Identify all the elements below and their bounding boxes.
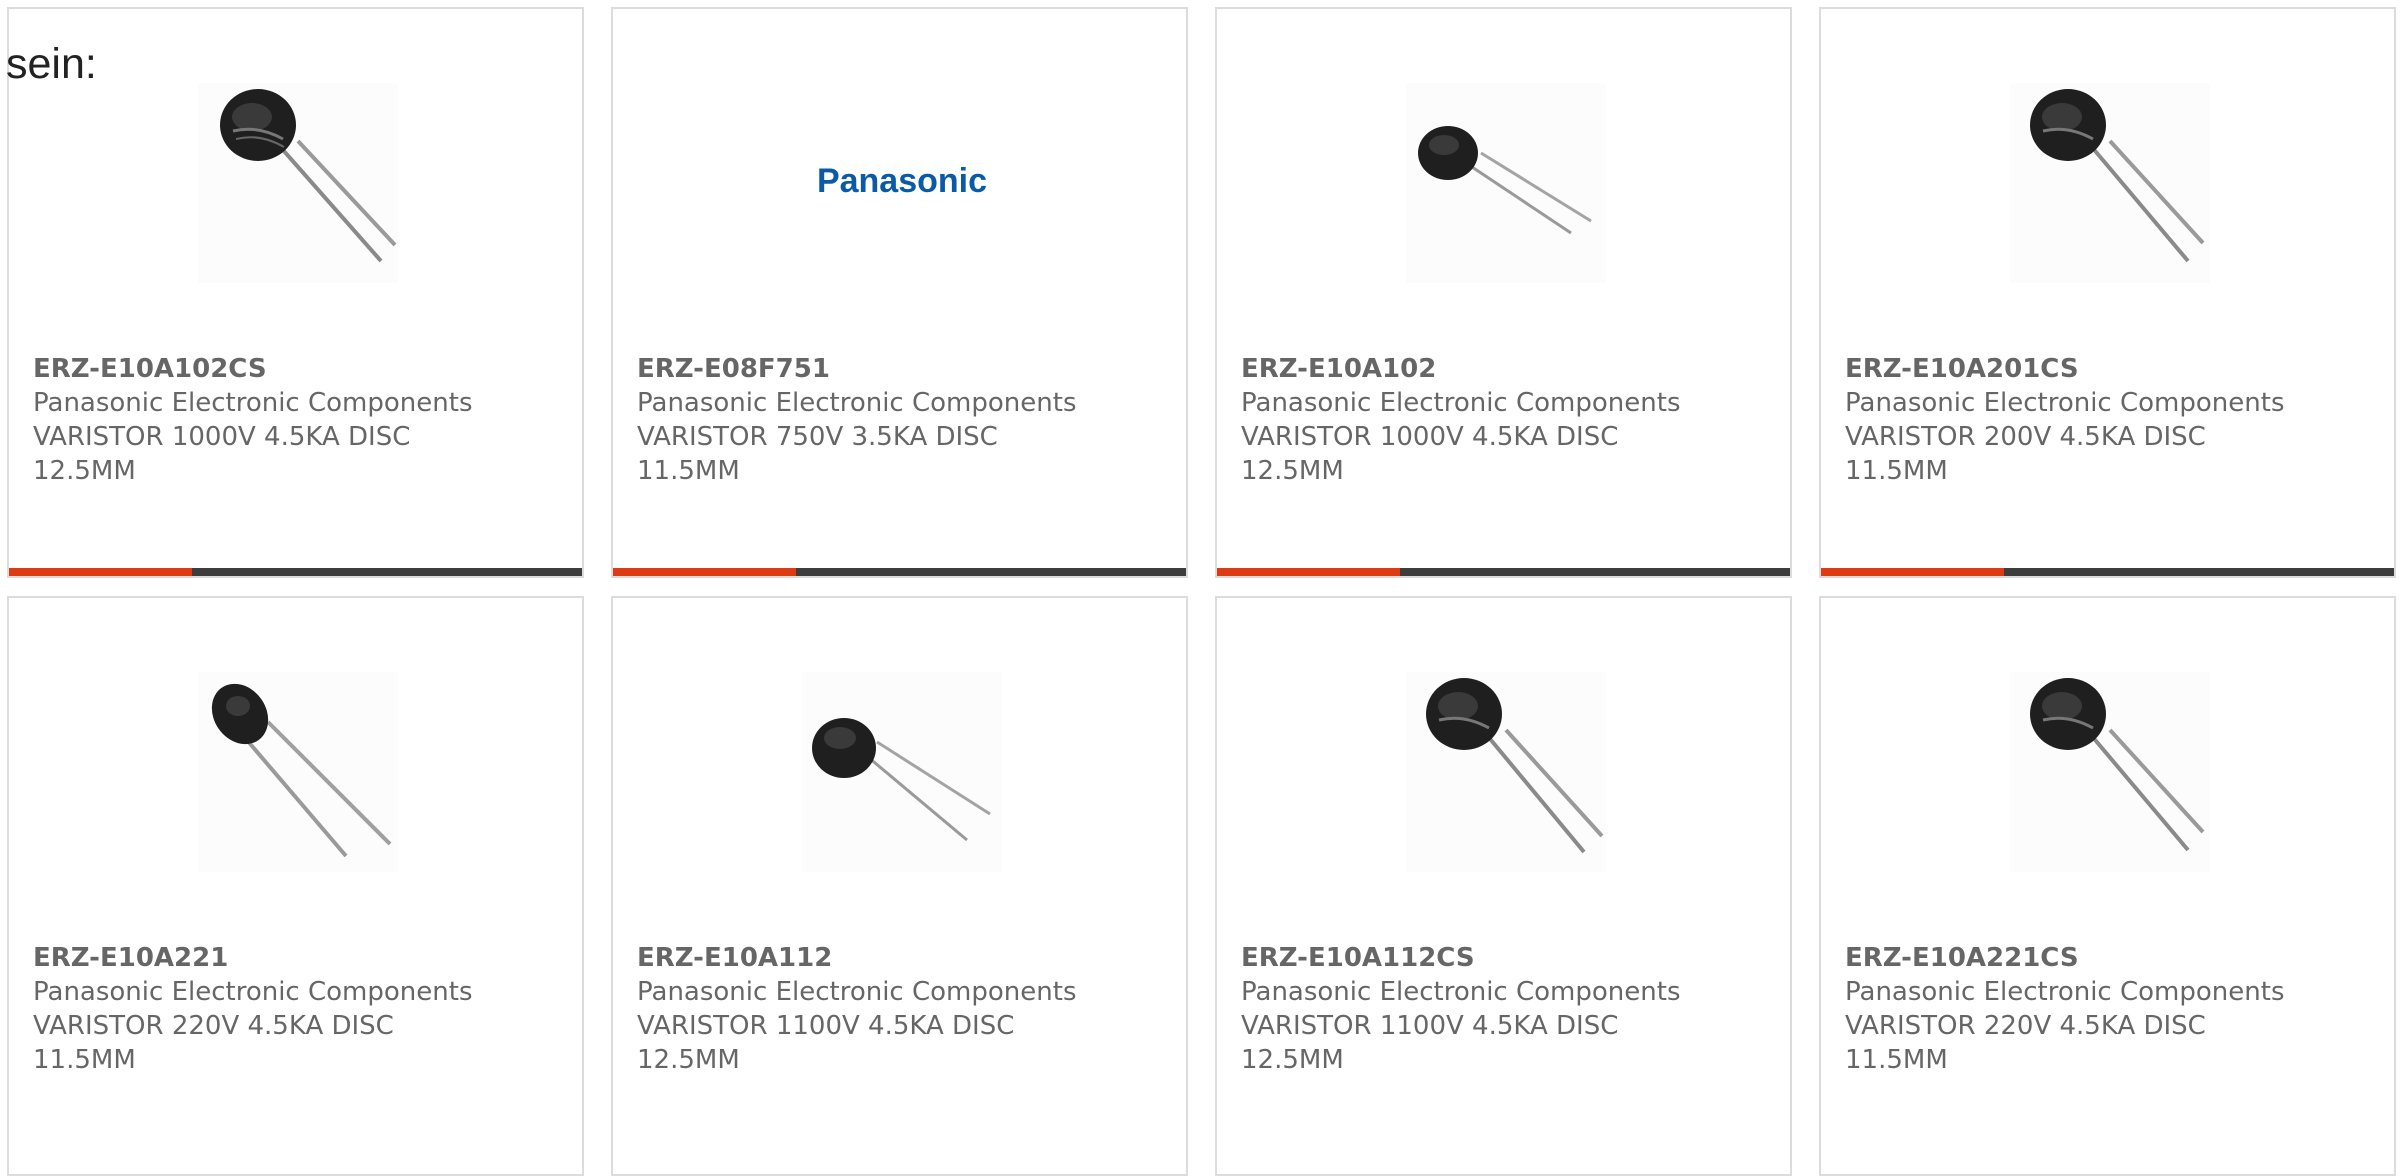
manufacturer: Panasonic Electronic Components bbox=[33, 388, 473, 418]
description: VARISTOR 220V 4.5KA DISC 11.5MM bbox=[33, 1011, 394, 1075]
part-number[interactable]: ERZ-E10A201CS bbox=[1845, 352, 2079, 386]
card-bottom-bar bbox=[9, 568, 582, 576]
manufacturer: Panasonic Electronic Components bbox=[637, 388, 1077, 418]
card-bottom-bar bbox=[1821, 568, 2394, 576]
manufacturer: Panasonic Electronic Components bbox=[33, 977, 473, 1007]
description: VARISTOR 1000V 4.5KA DISC 12.5MM bbox=[1241, 422, 1619, 486]
description: VARISTOR 200V 4.5KA DISC 11.5MM bbox=[1845, 422, 2206, 486]
manufacturer: Panasonic Electronic Components bbox=[1241, 977, 1681, 1007]
part-number[interactable]: ERZ-E10A221 bbox=[33, 941, 228, 975]
product-card[interactable]: ERZ-E10A201CS Panasonic Electronic Compo… bbox=[1819, 7, 2396, 578]
card-bottom-bar bbox=[1217, 568, 1790, 576]
product-card[interactable]: ERZ-E10A102 Panasonic Electronic Compone… bbox=[1215, 7, 1792, 578]
description: VARISTOR 1100V 4.5KA DISC 12.5MM bbox=[1241, 1011, 1619, 1075]
varistor-disc-icon[interactable] bbox=[2010, 672, 2210, 872]
intro-text: sein: bbox=[6, 40, 97, 88]
part-number[interactable]: ERZ-E10A102 bbox=[1241, 352, 1436, 386]
card-accent bbox=[1217, 568, 1400, 576]
card-accent bbox=[9, 568, 192, 576]
product-card[interactable]: Panasonic ERZ-E08F751 Panasonic Electron… bbox=[611, 7, 1188, 578]
manufacturer: Panasonic Electronic Components bbox=[1241, 388, 1681, 418]
part-number[interactable]: ERZ-E10A102CS bbox=[33, 352, 267, 386]
description: VARISTOR 1100V 4.5KA DISC 12.5MM bbox=[637, 1011, 1015, 1075]
panasonic-logo-text: Panasonic bbox=[817, 162, 987, 200]
description: VARISTOR 220V 4.5KA DISC 11.5MM bbox=[1845, 1011, 2206, 1075]
product-card[interactable]: ERZ-E10A221CS Panasonic Electronic Compo… bbox=[1819, 596, 2396, 1176]
manufacturer: Panasonic Electronic Components bbox=[637, 977, 1077, 1007]
part-number[interactable]: ERZ-E08F751 bbox=[637, 352, 830, 386]
part-number[interactable]: ERZ-E10A221CS bbox=[1845, 941, 2079, 975]
card-accent bbox=[613, 568, 796, 576]
varistor-disc-icon[interactable] bbox=[1406, 672, 1606, 872]
panasonic-logo[interactable]: Panasonic bbox=[802, 83, 1002, 283]
card-accent bbox=[1821, 568, 2004, 576]
manufacturer: Panasonic Electronic Components bbox=[1845, 977, 2285, 1007]
product-card[interactable]: ERZ-E10A112 Panasonic Electronic Compone… bbox=[611, 596, 1188, 1176]
varistor-disc-icon[interactable] bbox=[1406, 83, 1606, 283]
varistor-disc-icon[interactable] bbox=[198, 672, 398, 872]
description: VARISTOR 750V 3.5KA DISC 11.5MM bbox=[637, 422, 998, 486]
part-number[interactable]: ERZ-E10A112CS bbox=[1241, 941, 1475, 975]
product-card[interactable]: ERZ-E10A102CS Panasonic Electronic Compo… bbox=[7, 7, 584, 578]
varistor-disc-icon[interactable] bbox=[198, 83, 398, 283]
description: VARISTOR 1000V 4.5KA DISC 12.5MM bbox=[33, 422, 411, 486]
card-bottom-bar bbox=[613, 568, 1186, 576]
manufacturer: Panasonic Electronic Components bbox=[1845, 388, 2285, 418]
part-number[interactable]: ERZ-E10A112 bbox=[637, 941, 832, 975]
product-card[interactable]: ERZ-E10A221 Panasonic Electronic Compone… bbox=[7, 596, 584, 1176]
varistor-disc-icon[interactable] bbox=[2010, 83, 2210, 283]
product-card[interactable]: ERZ-E10A112CS Panasonic Electronic Compo… bbox=[1215, 596, 1792, 1176]
varistor-disc-icon[interactable] bbox=[802, 672, 1002, 872]
